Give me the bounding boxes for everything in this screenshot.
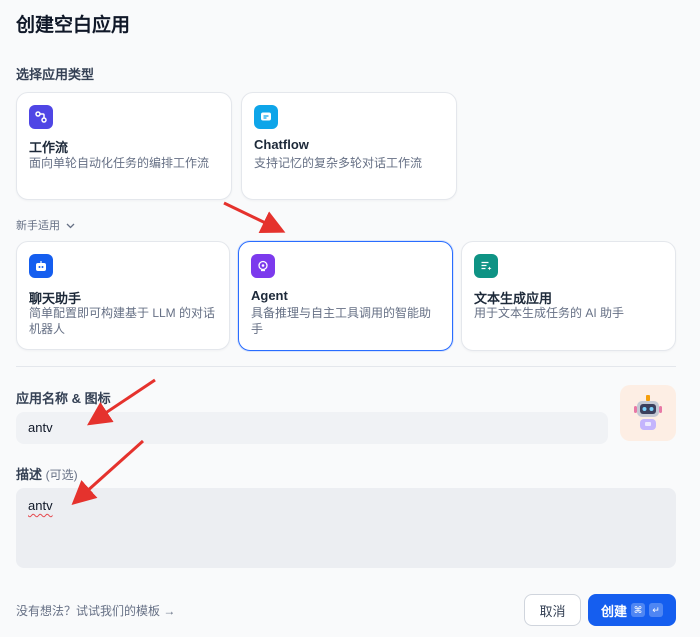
beginner-label: 新手适用	[16, 220, 60, 232]
cancel-button[interactable]: 取消	[524, 594, 581, 626]
create-label: 创建	[600, 603, 627, 619]
description-textarea[interactable]: antv	[16, 488, 676, 568]
agent-icon	[251, 254, 275, 278]
card-title: Agent	[251, 288, 288, 303]
description-value: antv	[28, 498, 53, 513]
card-title: Chatflow	[254, 137, 309, 152]
dialog-title: 创建空白应用	[16, 15, 131, 36]
enter-key-icon: ↵	[649, 603, 663, 617]
app-type-card-text-generation[interactable]: 文本生成应用 用于文本生成任务的 AI 助手	[461, 241, 676, 351]
chatflow-icon	[254, 105, 278, 129]
template-link[interactable]: 没有想法？试试我们的模板 →	[16, 602, 175, 619]
description-label: 描述 (可选)	[16, 464, 78, 483]
app-type-card-chatflow[interactable]: Chatflow 支持记忆的复杂多轮对话工作流	[241, 92, 457, 200]
robot-icon	[634, 395, 662, 430]
optional-hint: (可选)	[45, 468, 78, 482]
beginner-toggle[interactable]: 新手适用	[16, 217, 75, 233]
app-name-label: 应用名称 & 图标	[16, 391, 111, 406]
description-label-text: 描述	[16, 467, 43, 482]
arrow-to-agent	[223, 201, 286, 233]
text-generation-icon	[474, 254, 498, 278]
app-type-card-chatbot[interactable]: 聊天助手 简单配置即可构建基于 LLM 的对话机器人	[16, 241, 230, 350]
command-key-icon: ⌘	[631, 603, 645, 617]
workflow-icon	[29, 105, 53, 129]
card-title: 工作流	[29, 140, 69, 155]
chevron-down-icon	[66, 221, 75, 232]
app-type-card-agent[interactable]: Agent 具备推理与自主工具调用的智能助手	[238, 241, 453, 351]
card-description: 具备推理与自主工具调用的智能助手	[251, 306, 432, 336]
create-button[interactable]: 创建 ⌘ ↵	[588, 594, 676, 626]
card-description: 简单配置即可构建基于 LLM 的对话机器人	[29, 306, 216, 336]
card-description: 用于文本生成任务的 AI 助手	[474, 306, 625, 320]
app-name-input[interactable]: antv	[16, 412, 608, 444]
app-type-card-workflow[interactable]: 工作流 面向单轮自动化任务的编排工作流	[16, 92, 232, 200]
card-description: 面向单轮自动化任务的编排工作流	[29, 156, 210, 170]
app-type-label: 选择应用类型	[16, 67, 95, 82]
divider	[16, 366, 676, 367]
app-icon-picker[interactable]	[620, 385, 676, 441]
card-description: 支持记忆的复杂多轮对话工作流	[254, 156, 423, 170]
chatbot-icon	[29, 254, 53, 278]
